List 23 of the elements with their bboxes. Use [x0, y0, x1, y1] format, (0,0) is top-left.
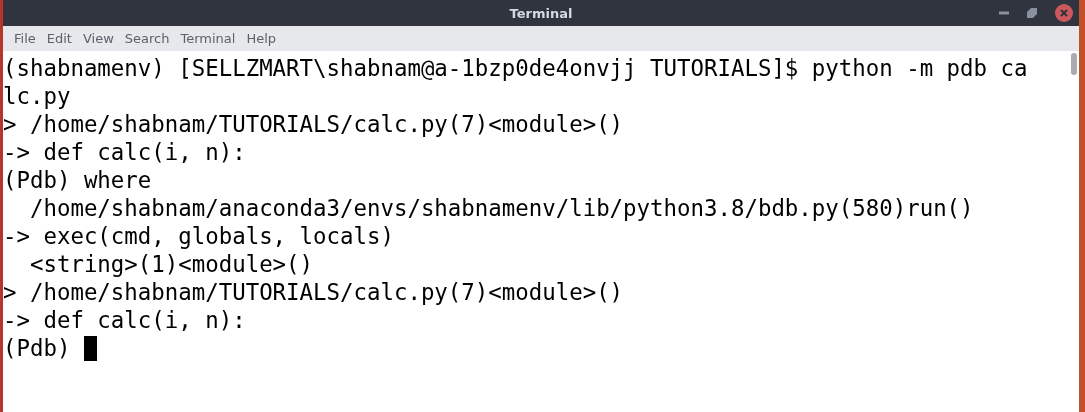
- terminal-line: (shabnamenv) [SELLZMART\shabnam@a-1bzp0de4onvjj TUTORIALS]$ python -m pdb ca: [3, 54, 1028, 82]
- terminal-line: -> def calc(i, n):: [3, 306, 246, 334]
- terminal-line: > /home/shabnam/TUTORIALS/calc.py(7)<module>(): [3, 278, 624, 306]
- menu-item[interactable]: View: [79, 31, 122, 46]
- terminal-line: /home/shabnam/anaconda3/envs/shabnamenv/lib/python3.8/bdb.py(580)run(): [28, 194, 974, 222]
- menu-item[interactable]: Search: [121, 31, 178, 46]
- menu-item[interactable]: Edit: [43, 31, 80, 46]
- terminal-line: > /home/shabnam/TUTORIALS/calc.py(7)<module>(): [3, 110, 624, 138]
- maximize-icon[interactable]: [1027, 8, 1037, 18]
- terminal-line: <string>(1)<module>(): [28, 250, 314, 278]
- window-title: Terminal: [509, 5, 573, 21]
- menu-item[interactable]: Terminal: [177, 31, 244, 46]
- pdb-prompt: (Pdb): [3, 334, 72, 362]
- terminal-line: -> def calc(i, n):: [3, 138, 246, 166]
- terminal-line: lc.py: [3, 82, 71, 110]
- menu-item[interactable]: File: [11, 31, 44, 46]
- minimize-icon[interactable]: [999, 11, 1009, 15]
- text-cursor: [83, 335, 97, 361]
- terminal-line: -> exec(cmd, globals, locals): [3, 222, 394, 250]
- menu-item[interactable]: Help: [243, 31, 285, 46]
- terminal-line: (Pdb) where: [3, 166, 152, 194]
- close-icon[interactable]: [1055, 4, 1073, 22]
- scrollbar-thumb[interactable]: [1071, 53, 1077, 75]
